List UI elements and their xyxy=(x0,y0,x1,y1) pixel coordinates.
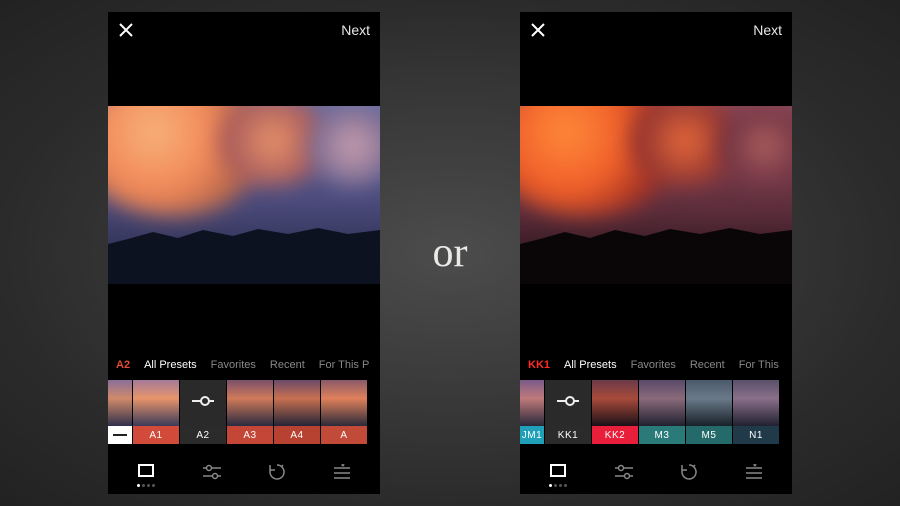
preset-a3[interactable]: A3 xyxy=(227,380,273,444)
nav-history-icon[interactable] xyxy=(267,462,287,482)
editor-screen-right: Next KK1 All Presets Favorites Recent Fo… xyxy=(520,12,792,494)
preset-none[interactable] xyxy=(108,380,132,444)
editor-screen-left: Next A2 All Presets Favorites Recent For… xyxy=(108,12,380,494)
preset-kk2[interactable]: KK2 xyxy=(592,380,638,444)
nav-organize-icon[interactable] xyxy=(744,464,764,480)
preset-n1[interactable]: N1 xyxy=(733,380,779,444)
divider-label: or xyxy=(433,229,468,277)
nav-history-icon[interactable] xyxy=(679,462,699,482)
preset-m3[interactable]: M3 xyxy=(639,380,685,444)
tab-all-presets[interactable]: All Presets xyxy=(144,359,197,371)
bottom-nav xyxy=(108,450,380,494)
nav-adjust-icon[interactable] xyxy=(201,463,223,481)
top-bar: Next xyxy=(108,12,380,48)
preset-a4[interactable]: A4 xyxy=(274,380,320,444)
tab-for-this-photo[interactable]: For This P xyxy=(319,359,370,371)
preview-image[interactable] xyxy=(520,106,792,284)
tab-for-this-photo[interactable]: For This xyxy=(739,359,779,371)
preset-adjust-icon xyxy=(192,394,214,412)
preset-strip[interactable]: A1 A2 A3 A4 A xyxy=(108,376,380,448)
tab-favorites[interactable]: Favorites xyxy=(631,359,676,371)
nav-organize-icon[interactable] xyxy=(332,464,352,480)
preset-tab-bar: KK1 All Presets Favorites Recent For Thi… xyxy=(520,354,792,376)
no-preset-icon xyxy=(113,434,127,436)
current-preset-label: KK1 xyxy=(528,359,550,371)
preset-a5[interactable]: A xyxy=(321,380,367,444)
nav-presets-icon[interactable] xyxy=(136,463,156,481)
preset-a1[interactable]: A1 xyxy=(133,380,179,444)
nav-presets-icon[interactable] xyxy=(548,463,568,481)
current-preset-label: A2 xyxy=(116,359,130,371)
preset-strip[interactable]: JM1 KK1 KK2 M3 M5 xyxy=(520,376,792,448)
preset-tab-bar: A2 All Presets Favorites Recent For This… xyxy=(108,354,380,376)
tab-favorites[interactable]: Favorites xyxy=(211,359,256,371)
preset-a2[interactable]: A2 xyxy=(180,380,226,444)
nav-adjust-icon[interactable] xyxy=(613,463,635,481)
tab-all-presets[interactable]: All Presets xyxy=(564,359,617,371)
next-button[interactable]: Next xyxy=(341,22,370,38)
close-icon[interactable] xyxy=(118,22,134,38)
bottom-nav xyxy=(520,450,792,494)
tab-recent[interactable]: Recent xyxy=(270,359,305,371)
next-button[interactable]: Next xyxy=(753,22,782,38)
preset-m5[interactable]: M5 xyxy=(686,380,732,444)
preview-image[interactable] xyxy=(108,106,380,284)
close-icon[interactable] xyxy=(530,22,546,38)
top-bar: Next xyxy=(520,12,792,48)
tab-recent[interactable]: Recent xyxy=(690,359,725,371)
preset-jm1[interactable]: JM1 xyxy=(520,380,544,444)
preset-kk1[interactable]: KK1 xyxy=(545,380,591,444)
preset-adjust-icon xyxy=(557,394,579,412)
